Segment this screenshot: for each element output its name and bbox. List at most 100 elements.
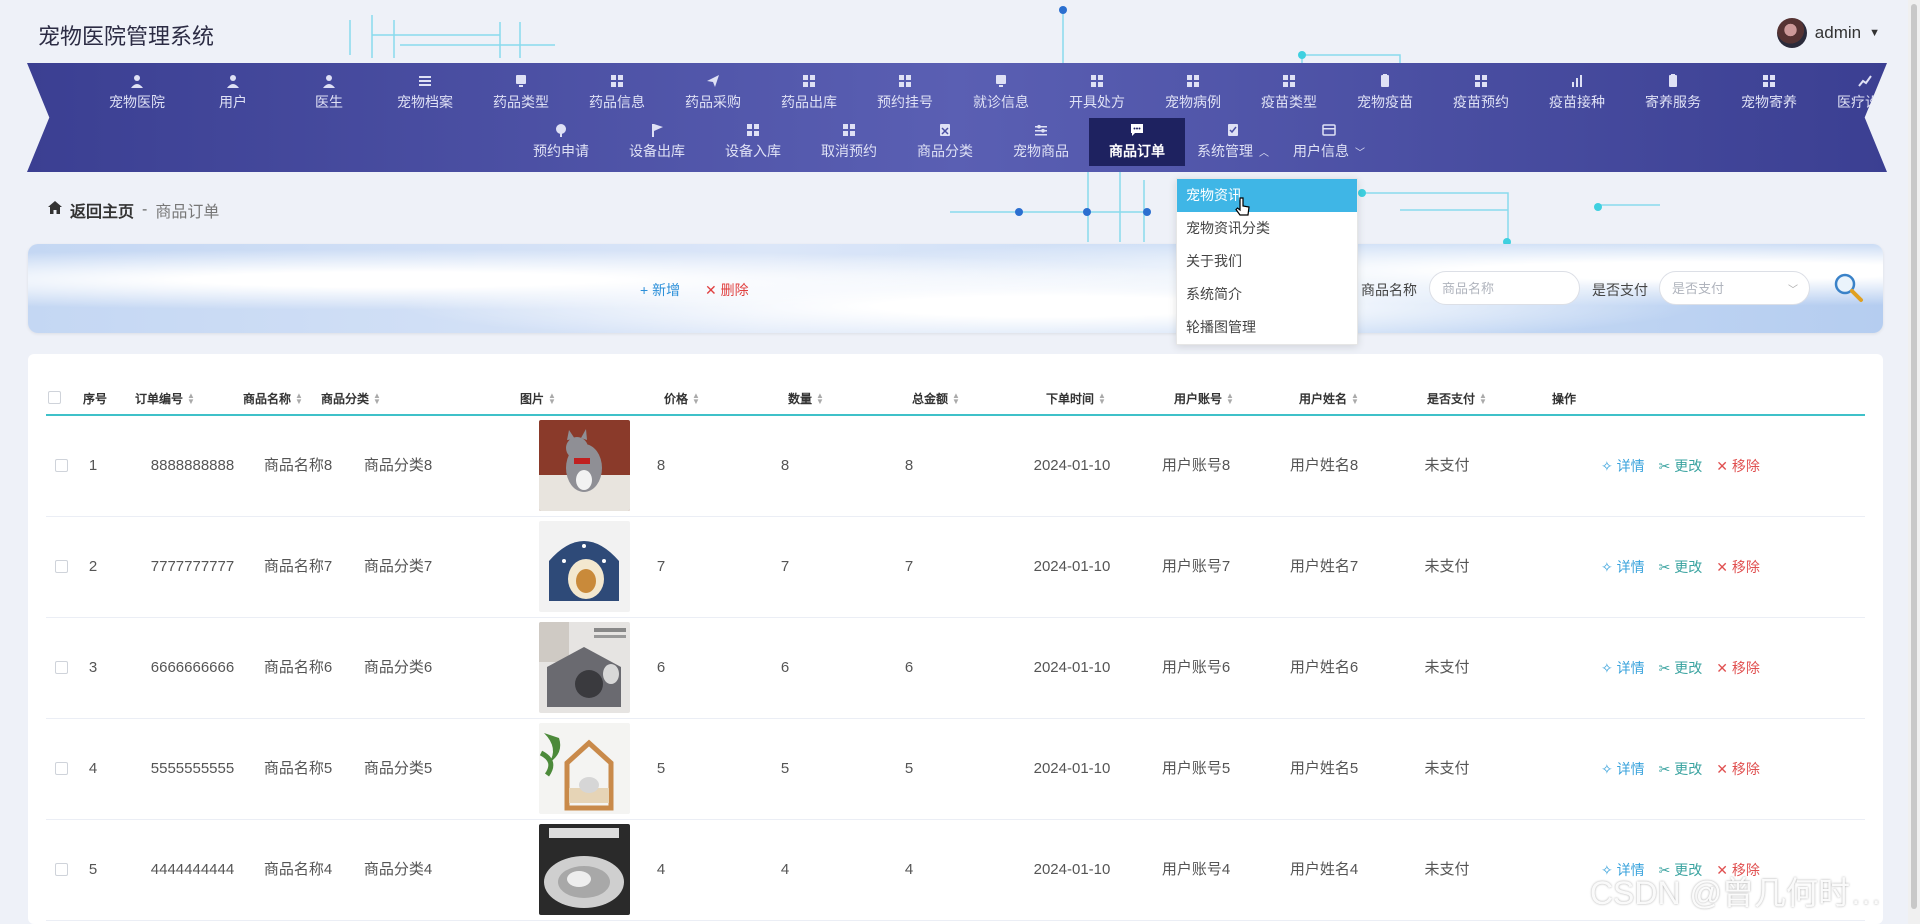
dropdown-item[interactable]: 关于我们 xyxy=(1177,245,1357,278)
detail-button[interactable]: ✧ 详情 xyxy=(1601,658,1645,678)
sort-icon[interactable]: ▲ ▼ xyxy=(548,391,556,405)
nav-item-row2-6[interactable]: 商品订单 xyxy=(1089,118,1185,166)
scrollbar-thumb[interactable] xyxy=(1911,4,1917,909)
nav-item-row1-14[interactable]: 疫苗预约 xyxy=(1433,69,1529,117)
scrollbar[interactable] xyxy=(1908,0,1920,924)
column-header[interactable]: 总金额 ▲ ▼ xyxy=(912,390,960,407)
column-header[interactable]: 用户姓名 ▲ ▼ xyxy=(1299,390,1359,407)
sort-icon[interactable]: ▲ ▼ xyxy=(1226,391,1234,405)
column-header[interactable]: 商品分类 ▲ ▼ xyxy=(321,390,381,407)
remove-button[interactable]: ✕ 移除 xyxy=(1716,456,1760,476)
nav-item-row1-3[interactable]: 宠物档案 xyxy=(377,69,473,117)
detail-button[interactable]: ✧ 详情 xyxy=(1601,557,1645,577)
edit-button[interactable]: ✂ 更改 xyxy=(1659,759,1703,779)
product-image[interactable] xyxy=(539,420,630,511)
remove-button[interactable]: ✕ 移除 xyxy=(1716,557,1760,577)
sort-icon[interactable]: ▲ ▼ xyxy=(1098,391,1106,405)
cell-account: 用户账号5 xyxy=(1161,760,1231,777)
column-header[interactable]: 是否支付 ▲ ▼ xyxy=(1427,390,1487,407)
sort-icon[interactable]: ▲ ▼ xyxy=(952,391,960,405)
row-checkbox[interactable] xyxy=(55,459,68,472)
nav-item-row1-15[interactable]: 疫苗接种 xyxy=(1529,69,1625,117)
user-menu[interactable]: admin ▼ xyxy=(1776,18,1880,48)
column-header[interactable]: 图片 ▲ ▼ xyxy=(520,390,556,407)
nav-item-row1-6[interactable]: 药品采购 xyxy=(665,69,761,117)
column-header[interactable]: 用户账号 ▲ ▼ xyxy=(1174,390,1234,407)
table-row[interactable]: 2 7777777777 商品名称7 商品分类7 7 7 7 2024-01-10 用户账号7 用… xyxy=(46,517,1865,618)
search-button[interactable] xyxy=(1831,270,1865,304)
nav-item-row1-8[interactable]: 预约挂号 xyxy=(857,69,953,117)
table-row[interactable]: 3 6666666666 商品名称6 商品分类6 6 6 6 2024-01-10 用户账号6 用… xyxy=(46,618,1865,719)
sort-icon[interactable]: ▲ ▼ xyxy=(692,391,700,405)
nav-item-row1-7[interactable]: 药品出库 xyxy=(761,69,857,117)
sort-icon[interactable]: ▲ ▼ xyxy=(1479,391,1487,405)
edit-button[interactable]: ✂ 更改 xyxy=(1659,658,1703,678)
add-button[interactable]: + 新增 xyxy=(640,280,680,300)
row-actions: ✧ 详情 ✂ 更改 ✕ 移除 xyxy=(1601,719,1760,819)
row-checkbox[interactable] xyxy=(55,762,68,775)
nav-item-row1-5[interactable]: 药品信息 xyxy=(569,69,665,117)
nav-item-row1-11[interactable]: 宠物病例 xyxy=(1145,69,1241,117)
edit-button[interactable]: ✂ 更改 xyxy=(1659,456,1703,476)
column-header[interactable]: 数量 ▲ ▼ xyxy=(788,390,824,407)
nav-item-row2-5[interactable]: 宠物商品 xyxy=(993,118,1089,166)
nav-icon xyxy=(1378,74,1392,88)
sort-icon[interactable]: ▲ ▼ xyxy=(1351,391,1359,405)
breadcrumb: 返回主页 - 商品订单 xyxy=(48,198,219,222)
table-row[interactable]: 1 8888888888 商品名称8 商品分类8 8 8 8 2024-01-10 用户账号8 用… xyxy=(46,416,1865,517)
home-link[interactable]: 返回主页 xyxy=(70,198,134,222)
nav-item-label: 药品信息 xyxy=(589,94,645,110)
cell-account: 用户账号4 xyxy=(1161,861,1231,878)
select-all-checkbox[interactable] xyxy=(48,391,61,404)
delete-button[interactable]: ✕ 删除 xyxy=(705,280,749,300)
product-image[interactable] xyxy=(539,824,630,915)
row-checkbox[interactable] xyxy=(55,863,68,876)
remove-button[interactable]: ✕ 移除 xyxy=(1716,658,1760,678)
nav-item-row1-10[interactable]: 开具处方 xyxy=(1049,69,1145,117)
cell-total: 7 xyxy=(904,558,914,575)
sort-icon[interactable]: ▲ ▼ xyxy=(295,391,303,405)
nav-item-row2-7[interactable]: 系统管理 ︿ xyxy=(1185,118,1281,166)
nav-item-row1-13[interactable]: 宠物疫苗 xyxy=(1337,69,1433,117)
nav-item-row1-18[interactable]: 医疗设备 xyxy=(1817,69,1887,117)
nav-item-row2-8[interactable]: 用户信息 ﹀ xyxy=(1281,118,1377,166)
product-image[interactable] xyxy=(539,622,630,713)
nav-item-row1-1[interactable]: 用户 xyxy=(185,69,281,117)
table-row[interactable]: 4 5555555555 商品名称5 商品分类5 5 5 5 2024-01-10 用户账号5 用… xyxy=(46,719,1865,820)
sort-icon[interactable]: ▲ ▼ xyxy=(816,391,824,405)
column-header[interactable]: 价格 ▲ ▼ xyxy=(664,390,700,407)
dropdown-item[interactable]: 系统简介 xyxy=(1177,278,1357,311)
search-name-input[interactable] xyxy=(1429,271,1580,305)
sort-icon[interactable]: ▲ ▼ xyxy=(187,391,195,405)
cell-price: 7 xyxy=(656,558,666,575)
column-header[interactable]: 订单编号 ▲ ▼ xyxy=(135,390,195,407)
nav-item-row2-3[interactable]: 取消预约 xyxy=(801,118,897,166)
detail-button[interactable]: ✧ 详情 xyxy=(1601,456,1645,476)
paid-select[interactable]: ﹀ xyxy=(1659,271,1810,305)
nav-item-row1-0[interactable]: 宠物医院 xyxy=(89,69,185,117)
nav-item-row2-1[interactable]: 设备出库 xyxy=(609,118,705,166)
nav-item-row2-0[interactable]: 预约申请 xyxy=(513,118,609,166)
nav-item-row1-9[interactable]: 就诊信息 xyxy=(953,69,1049,117)
sort-icon[interactable]: ▲ ▼ xyxy=(373,391,381,405)
nav-item-row1-17[interactable]: 宠物寄养 xyxy=(1721,69,1817,117)
dropdown-item[interactable]: 宠物资讯 xyxy=(1177,179,1357,212)
row-checkbox[interactable] xyxy=(55,661,68,674)
column-header[interactable]: 下单时间 ▲ ▼ xyxy=(1046,390,1106,407)
nav-item-row1-4[interactable]: 药品类型 xyxy=(473,69,569,117)
edit-button[interactable]: ✂ 更改 xyxy=(1659,557,1703,577)
remove-button[interactable]: ✕ 移除 xyxy=(1716,759,1760,779)
nav-item-row2-2[interactable]: 设备入库 xyxy=(705,118,801,166)
product-image[interactable] xyxy=(539,521,630,612)
dropdown-item[interactable]: 轮播图管理 xyxy=(1177,311,1357,344)
nav-item-row1-12[interactable]: 疫苗类型 xyxy=(1241,69,1337,117)
column-header[interactable]: 商品名称 ▲ ▼ xyxy=(243,390,303,407)
column-header-label: 数量 xyxy=(788,392,813,406)
row-checkbox[interactable] xyxy=(55,560,68,573)
nav-item-row2-4[interactable]: 商品分类 xyxy=(897,118,993,166)
detail-button[interactable]: ✧ 详情 xyxy=(1601,759,1645,779)
dropdown-item[interactable]: 宠物资讯分类 xyxy=(1177,212,1357,245)
product-image[interactable] xyxy=(539,723,630,814)
nav-item-row1-16[interactable]: 寄养服务 xyxy=(1625,69,1721,117)
nav-item-row1-2[interactable]: 医生 xyxy=(281,69,377,117)
